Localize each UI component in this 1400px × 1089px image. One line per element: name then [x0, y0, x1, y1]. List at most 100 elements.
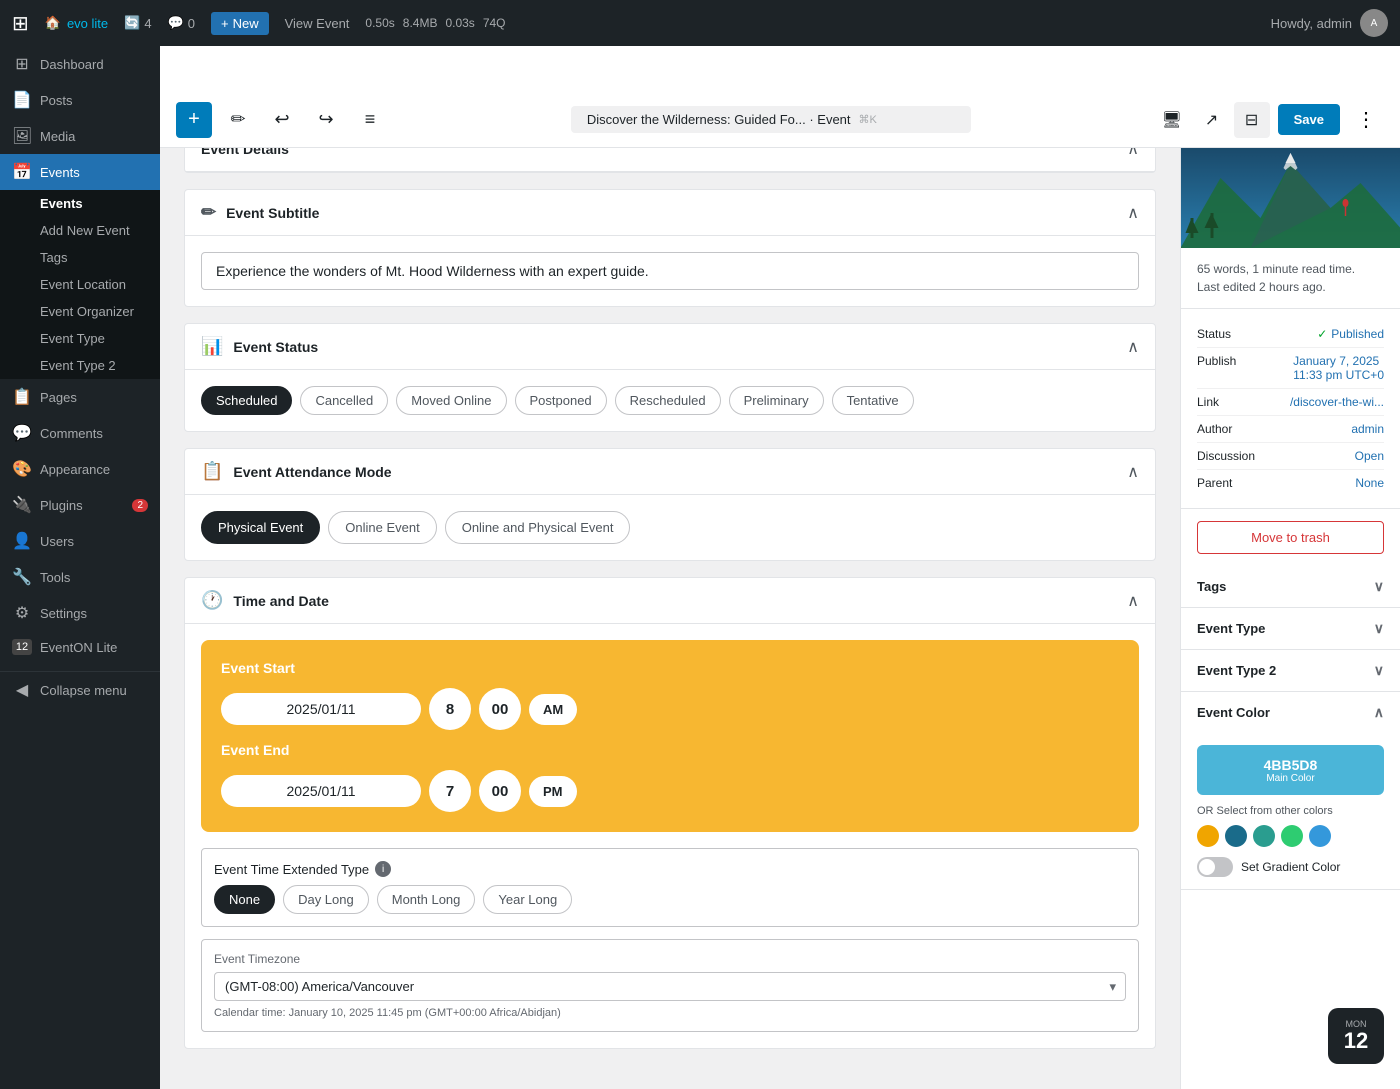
publish-key: Publish: [1197, 354, 1236, 368]
save-button[interactable]: Save: [1278, 104, 1340, 135]
pill-tentative[interactable]: Tentative: [832, 386, 914, 415]
subtitle-panel: ✏ Event Subtitle ∧: [184, 189, 1156, 307]
status-header[interactable]: 📊 Event Status ∧: [185, 324, 1155, 370]
published-link[interactable]: Published: [1331, 327, 1384, 341]
event-end-date[interactable]: [221, 775, 421, 807]
sidebar-item-pages[interactable]: 📋 Pages: [0, 379, 160, 415]
submenu-item-add-new[interactable]: Add New Event: [0, 217, 160, 244]
sidebar-view-button[interactable]: ⊟: [1234, 102, 1270, 138]
sidebar-item-tools[interactable]: 🔧 Tools: [0, 559, 160, 595]
event-start-ampm[interactable]: AM: [529, 694, 577, 725]
timedate-body: Event Start 8 00 AM: [185, 624, 1155, 1048]
pill-scheduled[interactable]: Scheduled: [201, 386, 292, 415]
pill-physical[interactable]: Physical Event: [201, 511, 320, 544]
desktop-view-button[interactable]: 🖥: [1154, 102, 1190, 138]
view-event-link[interactable]: View Event: [285, 16, 350, 31]
parent-link[interactable]: None: [1355, 476, 1384, 490]
timedate-header[interactable]: 🕐 Time and Date ∧: [185, 578, 1155, 624]
event-end-minute[interactable]: 00: [479, 770, 521, 812]
undo-button[interactable]: ↩: [264, 102, 300, 138]
event-end-ampm[interactable]: PM: [529, 776, 577, 807]
sidebar-item-posts[interactable]: 📄 Posts: [0, 82, 160, 118]
ext-pill-none[interactable]: None: [214, 885, 275, 914]
add-block-button[interactable]: +: [176, 102, 212, 138]
event-start-date[interactable]: [221, 693, 421, 725]
submenu-item-type[interactable]: Event Type: [0, 325, 160, 352]
parent-value: None: [1355, 476, 1384, 490]
subtitle-header[interactable]: ✏ Event Subtitle ∧: [185, 190, 1155, 236]
sidebar-item-appearance[interactable]: 🎨 Appearance: [0, 451, 160, 487]
document-tools-button[interactable]: ✏: [220, 102, 256, 138]
color-dots: [1197, 825, 1384, 847]
wp-logo[interactable]: ⊞: [12, 11, 29, 36]
comments-item[interactable]: 💬 0: [168, 15, 195, 31]
event-end-hour[interactable]: 7: [429, 770, 471, 812]
color-dot-yellow[interactable]: [1197, 825, 1219, 847]
submenu-item-organizer[interactable]: Event Organizer: [0, 298, 160, 325]
timezone-select[interactable]: (GMT-08:00) America/Vancouver: [214, 972, 1126, 1001]
sidebar-item-settings[interactable]: ⚙ Settings: [0, 595, 160, 631]
pages-icon: 📋: [12, 387, 32, 407]
pill-online[interactable]: Online Event: [328, 511, 436, 544]
ext-pill-year[interactable]: Year Long: [483, 885, 572, 914]
sidebar-item-plugins[interactable]: 🔌 Plugins 2: [0, 487, 160, 523]
redo-button[interactable]: ↪: [308, 102, 344, 138]
sidebar-item-events[interactable]: 📅 Events: [0, 154, 160, 190]
sidebar-item-media[interactable]: 🖼 Media: [0, 118, 160, 154]
pill-cancelled[interactable]: Cancelled: [300, 386, 388, 415]
timezone-select-wrapper: (GMT-08:00) America/Vancouver: [214, 972, 1126, 1001]
extended-type-info-icon[interactable]: i: [375, 861, 391, 877]
discussion-link[interactable]: Open: [1355, 449, 1384, 463]
main-color-swatch[interactable]: 4BB5D8 Main Color: [1197, 745, 1384, 795]
event-start-hour[interactable]: 8: [429, 688, 471, 730]
pill-moved-online[interactable]: Moved Online: [396, 386, 506, 415]
author-link[interactable]: admin: [1351, 422, 1384, 436]
color-dot-teal[interactable]: [1253, 825, 1275, 847]
sidebar-item-eventon[interactable]: 12 EventON Lite: [0, 631, 160, 663]
sidebar-item-dashboard[interactable]: ⊞ Dashboard: [0, 46, 160, 82]
submenu-item-type2[interactable]: Event Type 2: [0, 352, 160, 379]
admin-bar-items: 🔄 4 💬 0 + New View Event 0.50s 8.4MB 0.0…: [124, 12, 505, 35]
publish-date-link[interactable]: January 7, 2025 11:33 pm UTC+0: [1293, 354, 1384, 382]
event-type-header[interactable]: Event Type ∨: [1181, 608, 1400, 649]
pill-rescheduled[interactable]: Rescheduled: [615, 386, 721, 415]
user-menu[interactable]: Howdy, admin A: [1271, 9, 1388, 37]
sidebar-item-users[interactable]: 👤 Users: [0, 523, 160, 559]
pencil-icon: ✏: [201, 202, 216, 223]
pill-online-physical[interactable]: Online and Physical Event: [445, 511, 631, 544]
event-type-2-header[interactable]: Event Type 2 ∨: [1181, 650, 1400, 691]
ext-pill-month[interactable]: Month Long: [377, 885, 476, 914]
external-view-button[interactable]: ↗: [1194, 102, 1230, 138]
submenu-item-tags[interactable]: Tags: [0, 244, 160, 271]
submenu-item-location[interactable]: Event Location: [0, 271, 160, 298]
color-dot-dark-teal[interactable]: [1225, 825, 1247, 847]
collapse-menu-item[interactable]: ◀ Collapse menu: [0, 671, 160, 708]
site-name[interactable]: 🏠 evo lite: [45, 15, 108, 31]
move-to-trash-button[interactable]: Move to trash: [1197, 521, 1384, 554]
color-dot-green[interactable]: [1281, 825, 1303, 847]
sidebar-item-comments[interactable]: 💬 Comments: [0, 415, 160, 451]
gradient-toggle[interactable]: [1197, 857, 1233, 877]
pill-postponed[interactable]: Postponed: [515, 386, 607, 415]
doc-title[interactable]: Discover the Wilderness: Guided Fo... · …: [571, 106, 971, 133]
event-color-header[interactable]: Event Color ∧: [1181, 692, 1400, 733]
event-start-row: 8 00 AM: [221, 688, 1119, 730]
permalink[interactable]: /discover-the-wi...: [1290, 395, 1384, 409]
subtitle-input[interactable]: [201, 252, 1139, 290]
author-value: admin: [1351, 422, 1384, 436]
updates-item[interactable]: 🔄 4: [124, 15, 151, 31]
more-options-button[interactable]: ⋮: [1348, 102, 1384, 138]
calendar-widget[interactable]: MON 12: [1328, 1008, 1384, 1064]
new-button[interactable]: + New: [211, 12, 269, 35]
tags-header[interactable]: Tags ∨: [1181, 566, 1400, 607]
event-start-minute[interactable]: 00: [479, 688, 521, 730]
attendance-header[interactable]: 📋 Event Attendance Mode ∧: [185, 449, 1155, 495]
submenu-item-events[interactable]: Events: [0, 190, 160, 217]
color-dot-blue[interactable]: [1309, 825, 1331, 847]
status-toggle-icon: ∧: [1127, 337, 1139, 357]
pill-preliminary[interactable]: Preliminary: [729, 386, 824, 415]
meta-link-row: Link /discover-the-wi...: [1197, 389, 1384, 416]
list-view-button[interactable]: ≡: [352, 102, 388, 138]
attendance-body: Physical Event Online Event Online and P…: [185, 495, 1155, 560]
ext-pill-day[interactable]: Day Long: [283, 885, 369, 914]
